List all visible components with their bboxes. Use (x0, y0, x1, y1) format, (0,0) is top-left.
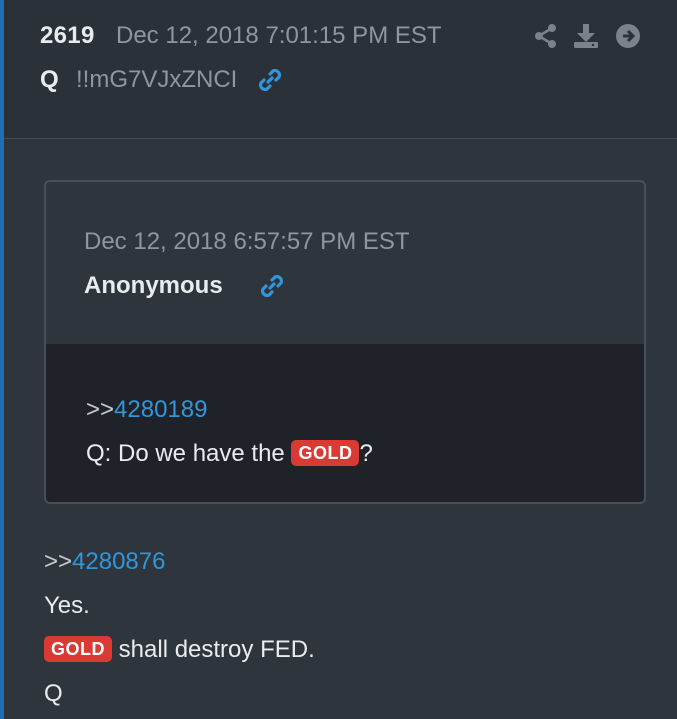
post-reference-link[interactable]: 4280876 (72, 548, 165, 575)
post-header: 2619 Dec 12, 2018 7:01:15 PM EST Q !!mG7… (4, 0, 677, 139)
reply-marker: >> (44, 548, 73, 575)
reply-line: >>4280876 (44, 548, 165, 576)
body-line-yes: Yes. (44, 592, 90, 619)
quoted-post: Dec 12, 2018 6:57:57 PM EST Anonymous >>… (44, 180, 646, 504)
quoted-post-body: >>4280189 Q: Do we have the GOLD? (46, 344, 644, 502)
quoted-post-author: Anonymous (84, 272, 223, 299)
gold-badge: GOLD (291, 440, 360, 466)
quoted-reply-line: >>4280189 (86, 396, 207, 424)
quoted-post-header: Dec 12, 2018 6:57:57 PM EST Anonymous (46, 182, 644, 345)
link-icon[interactable] (256, 66, 284, 94)
link-icon[interactable] (258, 272, 286, 300)
signature: Q (44, 680, 63, 707)
quoted-text: Q: Do we have the (86, 440, 292, 467)
gold-badge: GOLD (44, 636, 112, 662)
post-number[interactable]: 2619 (40, 22, 95, 50)
quoted-text-end: ? (359, 440, 373, 467)
quoted-post-date: Dec 12, 2018 6:57:57 PM EST (84, 228, 410, 255)
share-icon[interactable] (532, 22, 560, 50)
body-text: shall destroy FED. (112, 636, 315, 663)
quoted-text-line: Q: Do we have the GOLD? (86, 440, 373, 468)
post-card: 2619 Dec 12, 2018 7:01:15 PM EST Q !!mG7… (0, 0, 677, 719)
download-icon[interactable] (572, 22, 600, 50)
post-reference-link[interactable]: 4280189 (114, 396, 207, 423)
reply-marker: >> (86, 396, 115, 423)
post-date: Dec 12, 2018 7:01:15 PM EST (116, 22, 442, 49)
tripcode: !!mG7VJxZNCI (76, 66, 238, 93)
arrow-right-circle-icon[interactable] (614, 22, 642, 50)
author-name: Q (40, 66, 59, 93)
body-line-gold: GOLD shall destroy FED. (44, 636, 315, 664)
